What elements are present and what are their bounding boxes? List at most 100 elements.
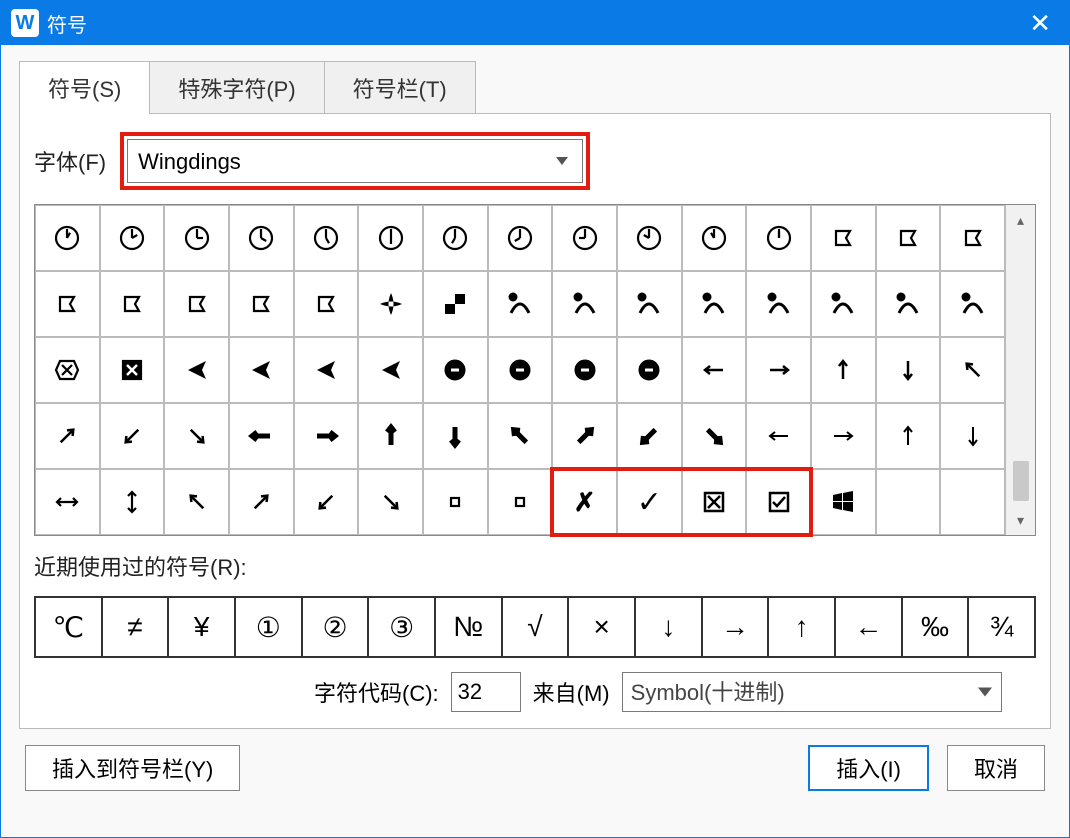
arrow-ne-cell[interactable] [35, 403, 100, 469]
leaf-7-cell[interactable] [876, 271, 941, 337]
recent-③[interactable]: ③ [368, 597, 435, 657]
font-select[interactable]: Wingdings [127, 139, 583, 183]
tab-special[interactable]: 特殊字符(P) [149, 61, 324, 114]
circle-arrow-1-cell[interactable] [423, 337, 488, 403]
bold-right-cell[interactable] [294, 403, 359, 469]
recent-①[interactable]: ① [235, 597, 302, 657]
clock-4-cell[interactable] [229, 205, 294, 271]
small-square-1-cell[interactable] [423, 469, 488, 535]
recent-℃[interactable]: ℃ [35, 597, 102, 657]
insert-to-bar-button[interactable]: 插入到符号栏(Y) [25, 745, 240, 791]
clock-5-cell[interactable] [294, 205, 359, 271]
sm-arrow-nw-cell[interactable] [164, 469, 229, 535]
check-mark-cell[interactable]: ✓ [617, 469, 682, 535]
recent-←[interactable]: ← [835, 597, 902, 657]
clock-2-cell[interactable] [100, 205, 165, 271]
clock-1-cell[interactable] [35, 205, 100, 271]
circle-arrow-4-cell[interactable] [617, 337, 682, 403]
arrow-nw-cell[interactable] [940, 337, 1005, 403]
x-mark-cell[interactable]: ✗ [552, 469, 617, 535]
leaf-3-cell[interactable] [617, 271, 682, 337]
checker-cell[interactable] [423, 271, 488, 337]
clock-8-cell[interactable] [488, 205, 553, 271]
ribbon-back-cell[interactable] [940, 205, 1005, 271]
cancel-button[interactable]: 取消 [947, 745, 1045, 791]
bold-left-cell[interactable] [229, 403, 294, 469]
leaf-5-cell[interactable] [746, 271, 811, 337]
arrow-se-cell[interactable] [164, 403, 229, 469]
recent-②[interactable]: ② [302, 597, 369, 657]
bold-nw-cell[interactable] [488, 403, 553, 469]
windows-logo-cell[interactable] [811, 469, 876, 535]
cursor-left-cell[interactable] [164, 337, 229, 403]
outline-right-cell[interactable] [811, 403, 876, 469]
outline-lr-cell[interactable] [35, 469, 100, 535]
ribbon-ne-cell[interactable] [164, 271, 229, 337]
recent-↑[interactable]: ↑ [768, 597, 835, 657]
clock-6-cell[interactable] [358, 205, 423, 271]
box-x-outline-cell[interactable] [35, 337, 100, 403]
outline-ud-cell[interactable] [100, 469, 165, 535]
clock-3-cell[interactable] [164, 205, 229, 271]
leaf-1-cell[interactable] [488, 271, 553, 337]
scroll-down-icon[interactable]: ▾ [1006, 505, 1035, 535]
recent-√[interactable]: √ [502, 597, 569, 657]
recent-№[interactable]: № [435, 597, 502, 657]
recent-→[interactable]: → [702, 597, 769, 657]
arrow-left-cell[interactable] [682, 337, 747, 403]
scroll-up-icon[interactable]: ▴ [1006, 205, 1035, 235]
bold-ne-cell[interactable] [552, 403, 617, 469]
arrow-right-cell[interactable] [746, 337, 811, 403]
tab-symbols[interactable]: 符号(S) [19, 61, 150, 114]
circle-arrow-2-cell[interactable] [488, 337, 553, 403]
recent-×[interactable]: × [568, 597, 635, 657]
circle-arrow-3-cell[interactable] [552, 337, 617, 403]
clock-9-cell[interactable] [552, 205, 617, 271]
clock-10-cell[interactable] [617, 205, 682, 271]
ribbon-se-cell[interactable] [294, 271, 359, 337]
arrow-up-cell[interactable] [811, 337, 876, 403]
from-select[interactable]: Symbol(十进制) [622, 672, 1002, 712]
recent-≠[interactable]: ≠ [102, 597, 169, 657]
arrow-sw-cell[interactable] [100, 403, 165, 469]
char-code-input[interactable] [451, 672, 521, 712]
leaf-2-cell[interactable] [552, 271, 617, 337]
sm-arrow-ne-cell[interactable] [229, 469, 294, 535]
ribbon-right-cell[interactable] [811, 205, 876, 271]
box-x-fill-cell[interactable] [100, 337, 165, 403]
bold-up-cell[interactable] [358, 403, 423, 469]
bold-sw-cell[interactable] [617, 403, 682, 469]
outline-up-cell[interactable] [876, 403, 941, 469]
clock-11-cell[interactable] [682, 205, 747, 271]
clock-12-cell[interactable] [746, 205, 811, 271]
cursor-up-cell[interactable] [294, 337, 359, 403]
recent-‰[interactable]: ‰ [902, 597, 969, 657]
arrow-down-cell[interactable] [876, 337, 941, 403]
ribbon-up-cell[interactable] [35, 271, 100, 337]
ribbon-left-cell[interactable] [876, 205, 941, 271]
insert-button[interactable]: 插入(I) [808, 745, 929, 791]
tab-bar[interactable]: 符号栏(T) [324, 61, 476, 114]
box-x-cell[interactable] [682, 469, 747, 535]
bold-down-cell[interactable] [423, 403, 488, 469]
scrollbar[interactable]: ▴ ▾ [1005, 205, 1035, 535]
leaf-4-cell[interactable] [682, 271, 747, 337]
sm-arrow-se-cell[interactable] [358, 469, 423, 535]
bold-se-cell[interactable] [682, 403, 747, 469]
cursor-down-cell[interactable] [358, 337, 423, 403]
clock-7-cell[interactable] [423, 205, 488, 271]
recent-↓[interactable]: ↓ [635, 597, 702, 657]
box-check-cell[interactable] [746, 469, 811, 535]
ribbon-down-cell[interactable] [100, 271, 165, 337]
leaf-6-cell[interactable] [811, 271, 876, 337]
small-square-2-cell[interactable] [488, 469, 553, 535]
cross-petals-cell[interactable] [358, 271, 423, 337]
leaf-8-cell[interactable] [940, 271, 1005, 337]
recent-¾[interactable]: ¾ [968, 597, 1035, 657]
sm-arrow-sw-cell[interactable] [294, 469, 359, 535]
close-icon[interactable]: ✕ [1021, 4, 1059, 43]
outline-down-cell[interactable] [940, 403, 1005, 469]
outline-left-cell[interactable] [746, 403, 811, 469]
recent-¥[interactable]: ¥ [168, 597, 235, 657]
cursor-right-cell[interactable] [229, 337, 294, 403]
